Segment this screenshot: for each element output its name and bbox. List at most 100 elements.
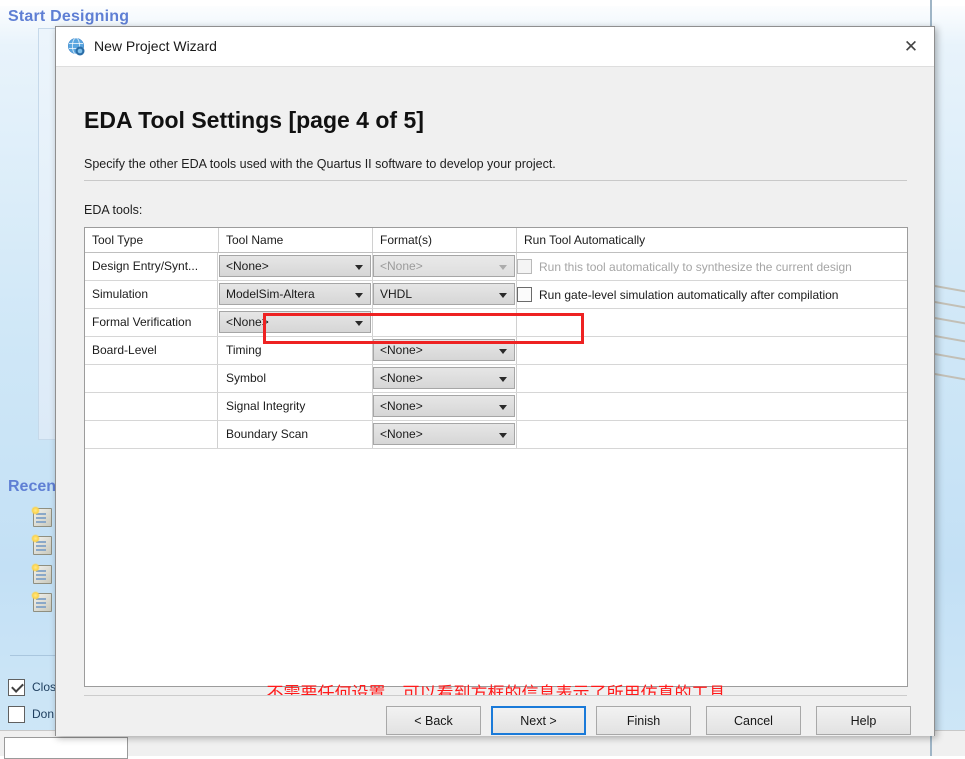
cell-format bbox=[373, 309, 517, 336]
chevron-down-icon bbox=[499, 265, 507, 270]
cell-tool-name: <None> bbox=[219, 309, 373, 336]
cell-format: <None> bbox=[373, 365, 517, 392]
dialog-body: EDA Tool Settings [page 4 of 5] Specify … bbox=[56, 67, 934, 704]
tool-name-dropdown[interactable]: <None> bbox=[219, 255, 371, 277]
column-header-tool-name[interactable]: Tool Name bbox=[219, 228, 373, 252]
cell-tool-name: Signal Integrity bbox=[219, 393, 373, 420]
format-value: <None> bbox=[380, 399, 423, 413]
tool-name-value: ModelSim-Altera bbox=[226, 287, 315, 301]
format-value: <None> bbox=[380, 343, 423, 357]
cell-run-tool-automatically bbox=[517, 337, 907, 364]
project-file-icon bbox=[31, 506, 52, 527]
checkbox-label: Don bbox=[32, 707, 55, 721]
cell-tool-name: Boundary Scan bbox=[219, 421, 373, 448]
cell-format: <None> bbox=[373, 421, 517, 448]
table-row[interactable]: Design Entry/Synt... <None> <None> Run t bbox=[85, 253, 907, 281]
format-value: VHDL bbox=[380, 287, 413, 301]
cell-run-tool-automatically[interactable]: Run this tool automatically to synthesiz… bbox=[517, 253, 907, 280]
format-dropdown[interactable]: <None> bbox=[373, 395, 515, 417]
cell-tool-type: Design Entry/Synt... bbox=[85, 253, 218, 280]
eda-tools-label: EDA tools: bbox=[84, 203, 143, 217]
format-dropdown[interactable]: <None> bbox=[373, 423, 515, 445]
column-header-run-tool-automatically[interactable]: Run Tool Automatically bbox=[517, 228, 907, 252]
table-row[interactable]: Symbol <None> bbox=[85, 365, 907, 393]
new-project-wizard-dialog: New Project Wizard ✕ EDA Tool Settings [… bbox=[55, 26, 935, 736]
checkbox-label: Clos bbox=[32, 680, 57, 694]
format-dropdown[interactable]: VHDL bbox=[373, 283, 515, 305]
cell-format: <None> bbox=[373, 337, 517, 364]
dialog-titlebar: New Project Wizard ✕ bbox=[56, 27, 934, 67]
start-designing-heading: Start Designing bbox=[8, 8, 130, 25]
cell-format: <None> bbox=[373, 253, 517, 280]
background-top-strip bbox=[0, 0, 965, 6]
quartus-globe-icon bbox=[68, 37, 85, 56]
run-automatically-checkbox[interactable] bbox=[517, 287, 532, 302]
column-header-tool-type[interactable]: Tool Type bbox=[85, 228, 219, 252]
cell-tool-type bbox=[85, 421, 218, 448]
cell-run-tool-automatically bbox=[517, 421, 907, 448]
run-automatically-label: Run gate-level simulation automatically … bbox=[539, 287, 839, 302]
chevron-down-icon bbox=[499, 433, 507, 438]
page-description: Specify the other EDA tools used with th… bbox=[84, 157, 556, 171]
cell-format: VHDL bbox=[373, 281, 517, 308]
finish-button[interactable]: Finish bbox=[596, 706, 691, 735]
cell-format: <None> bbox=[373, 393, 517, 420]
table-row[interactable]: Simulation ModelSim-Altera VHDL Run gate bbox=[85, 281, 907, 309]
page-title: EDA Tool Settings [page 4 of 5] bbox=[84, 107, 424, 133]
cell-tool-name: Timing bbox=[219, 337, 373, 364]
cell-tool-name: Symbol bbox=[219, 365, 373, 392]
cell-tool-type: Simulation bbox=[85, 281, 218, 308]
footer-divider bbox=[84, 695, 907, 696]
dialog-footer: < Back Next > Finish Cancel Help bbox=[56, 695, 934, 736]
cell-tool-name: <None> bbox=[219, 253, 373, 280]
tool-name-dropdown[interactable]: ModelSim-Altera bbox=[219, 283, 371, 305]
cell-tool-type bbox=[85, 393, 218, 420]
checkbox-checked-icon[interactable] bbox=[8, 679, 25, 696]
table-row[interactable]: Board-Level Timing <None> bbox=[85, 337, 907, 365]
cell-run-tool-automatically bbox=[517, 309, 907, 336]
table-header-row: Tool Type Tool Name Format(s) Run Tool A… bbox=[85, 228, 907, 253]
run-automatically-checkbox[interactable] bbox=[517, 259, 532, 274]
description-divider bbox=[84, 180, 907, 181]
dialog-title: New Project Wizard bbox=[94, 38, 217, 54]
cell-tool-name: ModelSim-Altera bbox=[219, 281, 373, 308]
help-button[interactable]: Help bbox=[816, 706, 911, 735]
format-value: <None> bbox=[380, 259, 423, 273]
recent-heading: Recent bbox=[8, 478, 62, 495]
chevron-down-icon bbox=[355, 321, 363, 326]
chevron-down-icon bbox=[499, 405, 507, 410]
project-file-icon bbox=[31, 534, 52, 555]
checkbox-unchecked-icon[interactable] bbox=[8, 706, 25, 723]
format-dropdown[interactable]: <None> bbox=[373, 255, 515, 277]
column-header-formats[interactable]: Format(s) bbox=[373, 228, 517, 252]
cell-tool-type bbox=[85, 365, 218, 392]
format-dropdown[interactable]: <None> bbox=[373, 367, 515, 389]
format-value: <None> bbox=[380, 371, 423, 385]
table-row[interactable]: Formal Verification <None> bbox=[85, 309, 907, 337]
cell-tool-type: Board-Level bbox=[85, 337, 218, 364]
project-file-icon bbox=[31, 563, 52, 584]
next-button[interactable]: Next > bbox=[491, 706, 586, 735]
chevron-down-icon bbox=[499, 293, 507, 298]
chevron-down-icon bbox=[499, 377, 507, 382]
cell-run-tool-automatically bbox=[517, 365, 907, 392]
back-button[interactable]: < Back bbox=[386, 706, 481, 735]
project-file-icon bbox=[31, 591, 52, 612]
chevron-down-icon bbox=[355, 293, 363, 298]
eda-tools-table: Tool Type Tool Name Format(s) Run Tool A… bbox=[84, 227, 908, 687]
cell-run-tool-automatically[interactable]: Run gate-level simulation automatically … bbox=[517, 281, 907, 308]
chevron-down-icon bbox=[355, 265, 363, 270]
table-row[interactable]: Boundary Scan <None> bbox=[85, 421, 907, 449]
tool-name-dropdown[interactable]: <None> bbox=[219, 311, 371, 333]
cell-tool-type: Formal Verification bbox=[85, 309, 218, 336]
chevron-down-icon bbox=[499, 349, 507, 354]
tool-name-value: <None> bbox=[226, 259, 269, 273]
format-value: <None> bbox=[380, 427, 423, 441]
table-row[interactable]: Signal Integrity <None> bbox=[85, 393, 907, 421]
close-icon[interactable]: ✕ bbox=[888, 27, 934, 66]
tool-name-value: <None> bbox=[226, 315, 269, 329]
cancel-button[interactable]: Cancel bbox=[706, 706, 801, 735]
format-dropdown[interactable]: <None> bbox=[373, 339, 515, 361]
run-automatically-label: Run this tool automatically to synthesiz… bbox=[539, 259, 852, 274]
cell-run-tool-automatically bbox=[517, 393, 907, 420]
